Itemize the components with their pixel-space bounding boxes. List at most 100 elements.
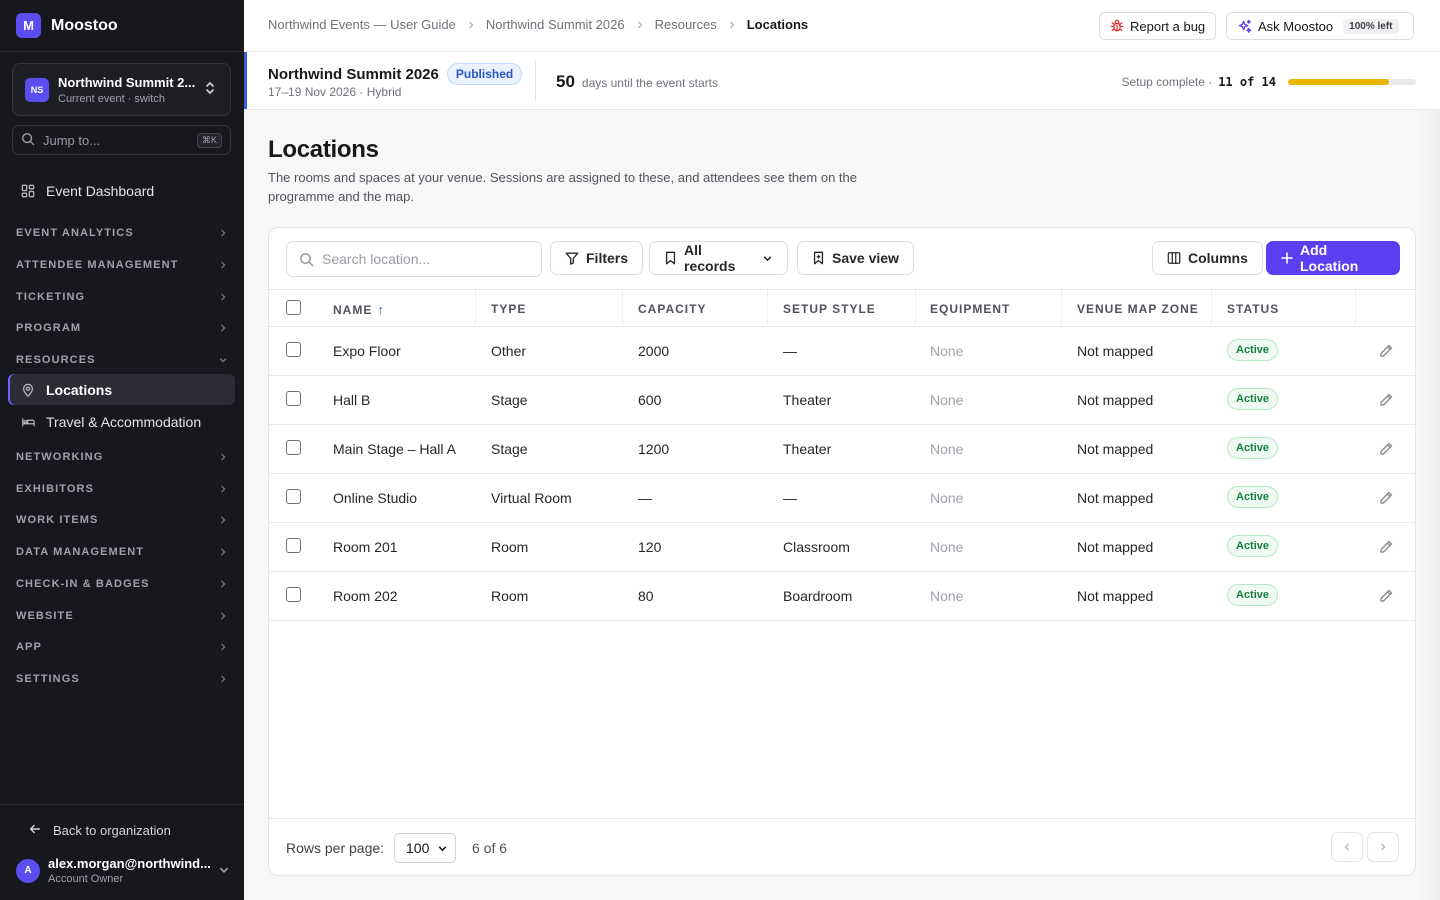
columns-button[interactable]: Columns bbox=[1152, 241, 1263, 275]
table-row[interactable]: Online Studio Virtual Room — — None Not … bbox=[269, 474, 1415, 523]
breadcrumb-item[interactable]: Northwind Summit 2026 bbox=[486, 17, 625, 32]
event-summary-bar: Northwind Summit 2026 Published 17–19 No… bbox=[244, 52, 1440, 110]
select-all-checkbox[interactable] bbox=[286, 300, 301, 315]
cell-capacity: 2000 bbox=[638, 343, 670, 359]
sidebar-item-event-dashboard[interactable]: Event Dashboard bbox=[8, 175, 235, 206]
section-resources[interactable]: RESOURCES bbox=[16, 351, 228, 369]
user-menu[interactable]: A alex.morgan@northwind... Account Owner bbox=[16, 856, 230, 885]
section-label: APP bbox=[16, 641, 42, 653]
cell-venue-map-zone: Not mapped bbox=[1077, 392, 1154, 408]
sidebar-item-label: Event Dashboard bbox=[46, 182, 155, 199]
column-header-type[interactable]: TYPE bbox=[491, 302, 526, 316]
ask-moostoo-button[interactable]: Ask Moostoo 100% left bbox=[1226, 12, 1414, 40]
breadcrumb-item[interactable]: Northwind Events — User Guide bbox=[268, 17, 456, 32]
report-bug-button[interactable]: Report a bug bbox=[1099, 12, 1217, 40]
search-box[interactable] bbox=[286, 241, 542, 277]
chevron-right-icon bbox=[221, 261, 226, 269]
chevron-down-icon bbox=[762, 253, 773, 264]
edit-pencil-icon[interactable] bbox=[1378, 539, 1394, 558]
section-ticketing[interactable]: TICKETING bbox=[16, 288, 228, 306]
section-website[interactable]: WEBSITE bbox=[16, 607, 228, 625]
edit-pencil-icon[interactable] bbox=[1378, 490, 1394, 509]
chevron-right-icon bbox=[635, 20, 645, 30]
section-work-items[interactable]: WORK ITEMS bbox=[16, 511, 228, 529]
section-attendee-management[interactable]: ATTENDEE MANAGEMENT bbox=[16, 256, 228, 274]
status-badge: Active bbox=[1227, 486, 1279, 508]
section-settings[interactable]: SETTINGS bbox=[16, 670, 228, 688]
save-view-button[interactable]: Save view bbox=[797, 241, 914, 275]
column-header-setup-style[interactable]: SETUP STYLE bbox=[783, 302, 876, 316]
cell-capacity: 1200 bbox=[638, 441, 670, 457]
table-row[interactable]: Expo Floor Other 2000 — None Not mapped … bbox=[269, 327, 1415, 376]
column-header-name[interactable]: NAME ↑ bbox=[333, 302, 385, 317]
cell-type: Stage bbox=[491, 392, 528, 408]
sort-ascending-icon: ↑ bbox=[377, 302, 385, 317]
section-check-in-badges[interactable]: CHECK-IN & BADGES bbox=[16, 575, 228, 593]
section-exhibitors[interactable]: EXHIBITORS bbox=[16, 480, 228, 498]
breadcrumb-item[interactable]: Resources bbox=[655, 17, 717, 32]
sparkles-icon bbox=[1237, 19, 1252, 34]
cell-setup-style: Classroom bbox=[783, 539, 850, 555]
row-checkbox[interactable] bbox=[286, 391, 301, 406]
sidebar-item-travel-accommodation[interactable]: Travel & Accommodation bbox=[8, 406, 235, 437]
table-row[interactable]: Room 201 Room 120 Classroom None Not map… bbox=[269, 523, 1415, 572]
section-networking[interactable]: NETWORKING bbox=[16, 448, 228, 466]
search-input[interactable] bbox=[322, 251, 522, 267]
edit-pencil-icon[interactable] bbox=[1378, 588, 1394, 607]
cell-capacity: 80 bbox=[638, 588, 654, 604]
column-header-status[interactable]: STATUS bbox=[1227, 302, 1279, 316]
section-label: PROGRAM bbox=[16, 322, 82, 334]
table-row[interactable]: Main Stage – Hall A Stage 1200 Theater N… bbox=[269, 425, 1415, 474]
jump-to-search[interactable]: Jump to... ⌘K bbox=[12, 125, 231, 155]
edit-pencil-icon[interactable] bbox=[1378, 441, 1394, 460]
event-dates: 17–19 Nov 2026 · Hybrid bbox=[268, 85, 402, 99]
cell-name: Room 201 bbox=[333, 539, 398, 555]
section-event-analytics[interactable]: EVENT ANALYTICS bbox=[16, 224, 228, 242]
section-label: WEBSITE bbox=[16, 610, 74, 622]
event-switcher[interactable]: NS Northwind Summit 2... Current event ·… bbox=[12, 63, 231, 116]
sidebar-item-locations[interactable]: Locations bbox=[8, 374, 235, 405]
column-divider bbox=[1061, 290, 1062, 327]
edit-pencil-icon[interactable] bbox=[1378, 392, 1394, 411]
column-header-capacity[interactable]: CAPACITY bbox=[638, 302, 706, 316]
cell-type: Other bbox=[491, 343, 527, 359]
cell-setup-style: — bbox=[783, 490, 797, 506]
row-checkbox[interactable] bbox=[286, 538, 301, 553]
row-checkbox[interactable] bbox=[286, 342, 301, 357]
chevrons-up-down-icon bbox=[204, 80, 218, 99]
section-program[interactable]: PROGRAM bbox=[16, 319, 228, 337]
rows-per-page-select[interactable]: 100 bbox=[394, 833, 456, 863]
section-app[interactable]: APP bbox=[16, 638, 228, 656]
brand[interactable]: M Moostoo bbox=[0, 0, 244, 52]
view-selector[interactable]: All records bbox=[649, 241, 788, 275]
section-label: TICKETING bbox=[16, 291, 86, 303]
cell-name: Main Stage – Hall A bbox=[333, 441, 456, 457]
row-checkbox[interactable] bbox=[286, 587, 301, 602]
setup-progress[interactable]: Setup complete · 11 of 14 bbox=[1121, 75, 1416, 89]
filters-button[interactable]: Filters bbox=[550, 241, 644, 275]
back-to-organization-link[interactable]: Back to organization bbox=[28, 822, 171, 839]
table-row[interactable]: Hall B Stage 600 Theater None Not mapped… bbox=[269, 376, 1415, 425]
save-view-label: Save view bbox=[832, 250, 899, 266]
add-location-button[interactable]: Add Location bbox=[1266, 241, 1400, 275]
breadcrumb-current: Locations bbox=[746, 17, 809, 32]
table-row[interactable]: Room 202 Room 80 Boardroom None Not mapp… bbox=[269, 572, 1415, 621]
cell-venue-map-zone: Not mapped bbox=[1077, 539, 1154, 555]
column-header-equipment[interactable]: EQUIPMENT bbox=[930, 302, 1010, 316]
previous-page-button[interactable] bbox=[1331, 832, 1363, 862]
divider bbox=[535, 60, 536, 101]
edit-pencil-icon[interactable] bbox=[1378, 343, 1394, 362]
chevron-right-icon bbox=[221, 643, 226, 651]
row-checkbox[interactable] bbox=[286, 440, 301, 455]
rows-per-page-value: 100 bbox=[406, 840, 430, 856]
next-page-button[interactable] bbox=[1367, 832, 1399, 862]
section-data-management[interactable]: DATA MANAGEMENT bbox=[16, 543, 228, 561]
page-description: The rooms and spaces at your venue. Sess… bbox=[268, 170, 857, 204]
column-header-venue-map-zone[interactable]: VENUE MAP ZONE bbox=[1077, 302, 1199, 316]
section-label: DATA MANAGEMENT bbox=[16, 546, 145, 558]
section-label: CHECK-IN & BADGES bbox=[16, 578, 150, 590]
table-header: NAME ↑ TYPE CAPACITY SETUP STYLE EQUIPME… bbox=[269, 289, 1415, 327]
current-event-name: Northwind Summit 2... bbox=[58, 74, 196, 90]
column-divider bbox=[1211, 290, 1212, 327]
row-checkbox[interactable] bbox=[286, 489, 301, 504]
